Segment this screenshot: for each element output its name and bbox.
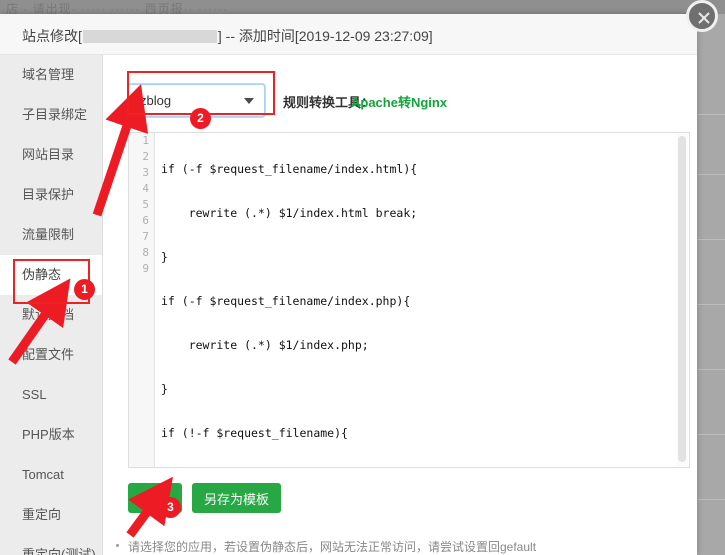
background-right-column xyxy=(697,14,725,555)
line-number: 5 xyxy=(142,198,149,211)
line-number: 8 xyxy=(142,246,149,259)
sidebar-item-default-doc[interactable]: 默认文档 xyxy=(0,295,102,335)
dialog-title: 站点修改[ ] -- 添加时间[2019-12-09 23:27:09] xyxy=(22,26,433,46)
sidebar-item-label: 配置文件 xyxy=(22,347,75,362)
sidebar-item-label: 重定向(测试) xyxy=(22,547,96,555)
code-line: if (!-f $request_filename){ xyxy=(161,426,348,440)
sidebar-item-label: 域名管理 xyxy=(22,67,75,82)
editor-code-area[interactable]: if (-f $request_filename/index.html){ re… xyxy=(161,133,675,467)
line-number: 4 xyxy=(142,182,149,195)
line-number: 2 xyxy=(142,150,149,163)
sidebar-item-config-file[interactable]: 配置文件 xyxy=(0,335,102,375)
dialog-sidebar: 域名管理 子目录绑定 网站目录 目录保护 流量限制 伪静态 默认文档 配置文件 … xyxy=(0,55,103,555)
sidebar-item-label: 伪静态 xyxy=(22,267,62,282)
sidebar-item-label: Tomcat xyxy=(22,467,64,482)
code-line: if (-f $request_filename/index.html){ xyxy=(161,162,418,176)
save-button[interactable]: 保存 xyxy=(128,483,182,513)
sidebar-item-label: 流量限制 xyxy=(22,227,75,242)
app-select[interactable]: zblog xyxy=(128,84,265,117)
sidebar-item-label: PHP版本 xyxy=(22,427,75,442)
editor-gutter: 1 2 3 4 5 6 7 8 9 xyxy=(129,133,155,467)
editor-scrollbar-thumb[interactable] xyxy=(678,136,686,462)
sidebar-item-label: SSL xyxy=(22,387,47,402)
sidebar-item-redirect[interactable]: 重定向 xyxy=(0,495,102,535)
code-line: rewrite (.*) $1/index.php; xyxy=(161,338,369,352)
dialog-content: zblog 规则转换工具： Apache转Nginx 1 2 3 4 5 6 7… xyxy=(104,55,697,555)
code-line: if (-f $request_filename/index.php){ xyxy=(161,294,411,308)
sidebar-item-ssl[interactable]: SSL xyxy=(0,375,102,415)
code-line: } xyxy=(161,250,168,264)
sidebar-item-label: 重定向 xyxy=(22,507,62,522)
line-number: 7 xyxy=(142,230,149,243)
sidebar-item-traffic-limit[interactable]: 流量限制 xyxy=(0,215,102,255)
sidebar-item-redirect-test[interactable]: 重定向(测试) xyxy=(0,535,102,555)
line-number: 3 xyxy=(142,166,149,179)
sidebar-item-rewrite[interactable]: 伪静态 xyxy=(0,255,102,295)
line-number: 1 xyxy=(142,134,149,147)
chevron-down-icon xyxy=(244,98,254,104)
sidebar-item-site-dir[interactable]: 网站目录 xyxy=(0,135,102,175)
hint-label: 请选择您的应用，若设置伪静态后，网站无法正常访问，请尝试设置回gefault xyxy=(128,540,537,554)
redacted-domain xyxy=(82,30,217,43)
line-number: 6 xyxy=(142,214,149,227)
app-select-value: zblog xyxy=(140,93,172,108)
close-button-wrapper xyxy=(686,0,724,38)
sidebar-item-label: 网站目录 xyxy=(22,147,75,162)
apache-to-nginx-link[interactable]: Apache转Nginx xyxy=(351,92,447,111)
code-line: } xyxy=(161,382,168,396)
dialog-title-prefix: 站点修改[ xyxy=(22,28,82,44)
sidebar-item-php-version[interactable]: PHP版本 xyxy=(0,415,102,455)
sidebar-item-label: 默认文档 xyxy=(22,307,75,322)
dialog-title-suffix: ] -- 添加时间[2019-12-09 23:27:09] xyxy=(217,28,433,44)
sidebar-item-domain[interactable]: 域名管理 xyxy=(0,55,102,95)
close-button[interactable] xyxy=(686,0,718,32)
sidebar-item-label: 目录保护 xyxy=(22,187,75,202)
rewrite-hint-text: 请选择您的应用，若设置伪静态后，网站无法正常访问，请尝试设置回gefault xyxy=(116,538,537,555)
sidebar-item-tomcat[interactable]: Tomcat xyxy=(0,455,102,495)
sidebar-item-subdir-bind[interactable]: 子目录绑定 xyxy=(0,95,102,135)
line-number: 9 xyxy=(142,262,149,275)
code-line: rewrite (.*) $1/index.html break; xyxy=(161,206,418,220)
sidebar-item-label: 子目录绑定 xyxy=(22,107,88,122)
bullet-icon xyxy=(116,544,119,547)
close-icon xyxy=(698,12,710,24)
dialog-header: 站点修改[ ] -- 添加时间[2019-12-09 23:27:09] xyxy=(0,14,697,55)
editor-scrollbar[interactable] xyxy=(677,134,688,466)
sidebar-item-dir-protect[interactable]: 目录保护 xyxy=(0,175,102,215)
save-as-template-button[interactable]: 另存为模板 xyxy=(192,483,281,513)
site-modify-dialog: 站点修改[ ] -- 添加时间[2019-12-09 23:27:09] 域名管理… xyxy=(0,14,697,555)
rewrite-rules-editor[interactable]: 1 2 3 4 5 6 7 8 9 if (-f $request_filena… xyxy=(128,132,690,468)
